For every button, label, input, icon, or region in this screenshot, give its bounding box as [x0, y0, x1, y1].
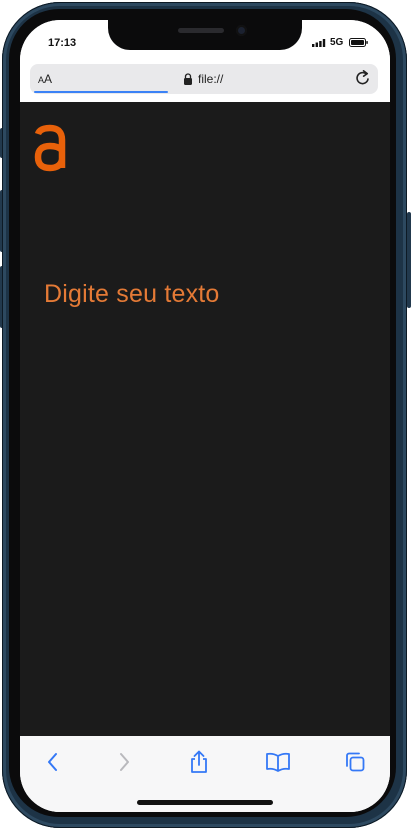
- signal-icon: [312, 39, 326, 47]
- page-heading[interactable]: Digite seu texto: [44, 280, 220, 309]
- share-button[interactable]: [184, 748, 214, 776]
- text-size-button[interactable]: AA: [38, 72, 52, 86]
- logo-icon: [34, 124, 66, 172]
- reload-icon[interactable]: [354, 69, 372, 87]
- notch: [108, 20, 302, 50]
- bookmarks-button[interactable]: [263, 748, 293, 776]
- battery-icon: [349, 38, 368, 47]
- back-icon: [48, 753, 57, 771]
- address-bar[interactable]: AA file://: [30, 64, 378, 94]
- tabs-icon: [346, 752, 365, 772]
- front-camera-icon: [236, 25, 247, 36]
- back-button[interactable]: [38, 748, 68, 776]
- share-icon: [191, 750, 207, 773]
- page-load-progress: [34, 91, 168, 93]
- forward-icon: [120, 753, 129, 771]
- url-text[interactable]: file://: [198, 72, 223, 86]
- bookmarks-icon: [266, 752, 290, 772]
- status-time: 17:13: [48, 37, 77, 49]
- forward-button[interactable]: [109, 748, 139, 776]
- network-type: 5G: [330, 37, 344, 48]
- speaker-grille: [178, 28, 224, 33]
- lock-icon: [184, 73, 192, 85]
- phone-screen: 17:13 5G AA file:// Digite seu texto: [20, 20, 390, 812]
- tabs-button[interactable]: [340, 748, 370, 776]
- power-button: [407, 212, 411, 308]
- browser-toolbar: [20, 736, 390, 812]
- phone-device: 17:13 5G AA file:// Digite seu texto: [0, 0, 411, 832]
- home-indicator[interactable]: [137, 800, 273, 805]
- web-page-content: Digite seu texto: [20, 102, 390, 736]
